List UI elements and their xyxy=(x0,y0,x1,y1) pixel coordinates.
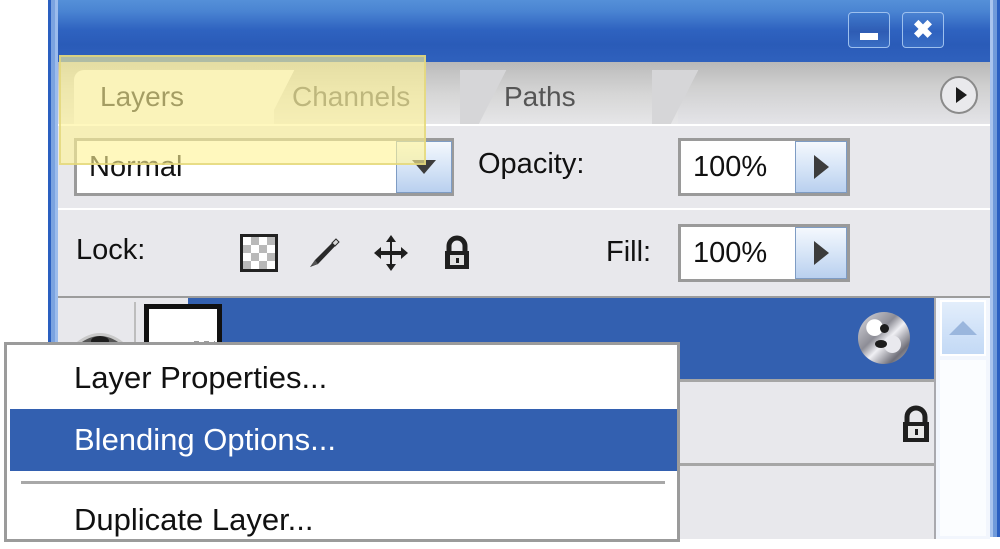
lock-icon-group xyxy=(240,234,476,272)
tab-slant xyxy=(652,70,704,124)
window-edge-right xyxy=(990,0,1000,537)
blend-mode-dropdown-button[interactable] xyxy=(396,141,452,193)
tab-channels-label: Channels xyxy=(292,81,411,112)
tab-slant xyxy=(248,70,300,124)
opacity-input[interactable]: 100% xyxy=(678,138,850,196)
lock-image-brush-icon[interactable] xyxy=(306,234,344,272)
layer-list-scrollbar[interactable] xyxy=(934,298,990,539)
lock-transparency-icon[interactable] xyxy=(240,234,278,272)
lock-position-move-icon[interactable] xyxy=(372,234,410,272)
fill-value: 100% xyxy=(693,236,768,269)
blend-mode-select[interactable]: Normal xyxy=(74,138,454,196)
lock-label: Lock: xyxy=(76,234,146,266)
menu-item-layer-properties[interactable]: Layer Properties... xyxy=(10,347,677,409)
menu-item-blending-options[interactable]: Blending Options... xyxy=(10,409,677,471)
menu-separator xyxy=(21,481,665,484)
layer-style-fx-icon[interactable] xyxy=(858,312,910,364)
opacity-label: Opacity: xyxy=(478,148,585,180)
close-button[interactable]: ✖ xyxy=(902,12,944,48)
scrollbar-track[interactable] xyxy=(940,360,986,536)
blend-mode-value: Normal xyxy=(89,150,183,183)
lock-all-padlock-icon[interactable] xyxy=(438,234,476,272)
menu-item-label: Duplicate Layer... xyxy=(74,502,314,537)
title-bar[interactable]: ✖ xyxy=(58,0,990,62)
fx-detail xyxy=(875,340,887,348)
fill-label: Fill: xyxy=(606,236,652,268)
chevron-down-icon xyxy=(412,160,436,174)
minimize-icon xyxy=(860,32,878,40)
layer-context-menu: Layer Properties... Blending Options... … xyxy=(4,342,680,542)
triangle-right-icon xyxy=(813,241,829,265)
triangle-right-icon xyxy=(955,87,967,103)
tab-layers[interactable]: Layers xyxy=(74,70,300,124)
panel-tab-strip: Layers Channels Paths xyxy=(58,62,990,124)
tab-paths-label: Paths xyxy=(504,81,576,112)
triangle-up-icon xyxy=(949,321,977,335)
blend-mode-row: Normal Opacity: 100% xyxy=(58,124,990,210)
menu-item-label: Blending Options... xyxy=(74,422,336,457)
fx-detail xyxy=(880,324,889,333)
lock-row: Lock: Fill: 100% xyxy=(58,208,990,298)
triangle-right-icon xyxy=(813,155,829,179)
tab-layers-label: Layers xyxy=(100,81,185,112)
minimize-button[interactable] xyxy=(848,12,890,48)
panel-menu-icon[interactable] xyxy=(940,76,978,114)
fill-input[interactable]: 100% xyxy=(678,224,850,282)
opacity-stepper-button[interactable] xyxy=(795,141,847,193)
opacity-value: 100% xyxy=(693,150,768,183)
fill-stepper-button[interactable] xyxy=(795,227,847,279)
close-icon: ✖ xyxy=(912,15,934,44)
menu-item-label: Layer Properties... xyxy=(74,360,328,395)
padlock-icon xyxy=(896,404,936,451)
menu-item-duplicate-layer[interactable]: Duplicate Layer... xyxy=(10,491,677,549)
tab-slant xyxy=(460,70,512,124)
scroll-up-icon[interactable] xyxy=(940,300,986,356)
